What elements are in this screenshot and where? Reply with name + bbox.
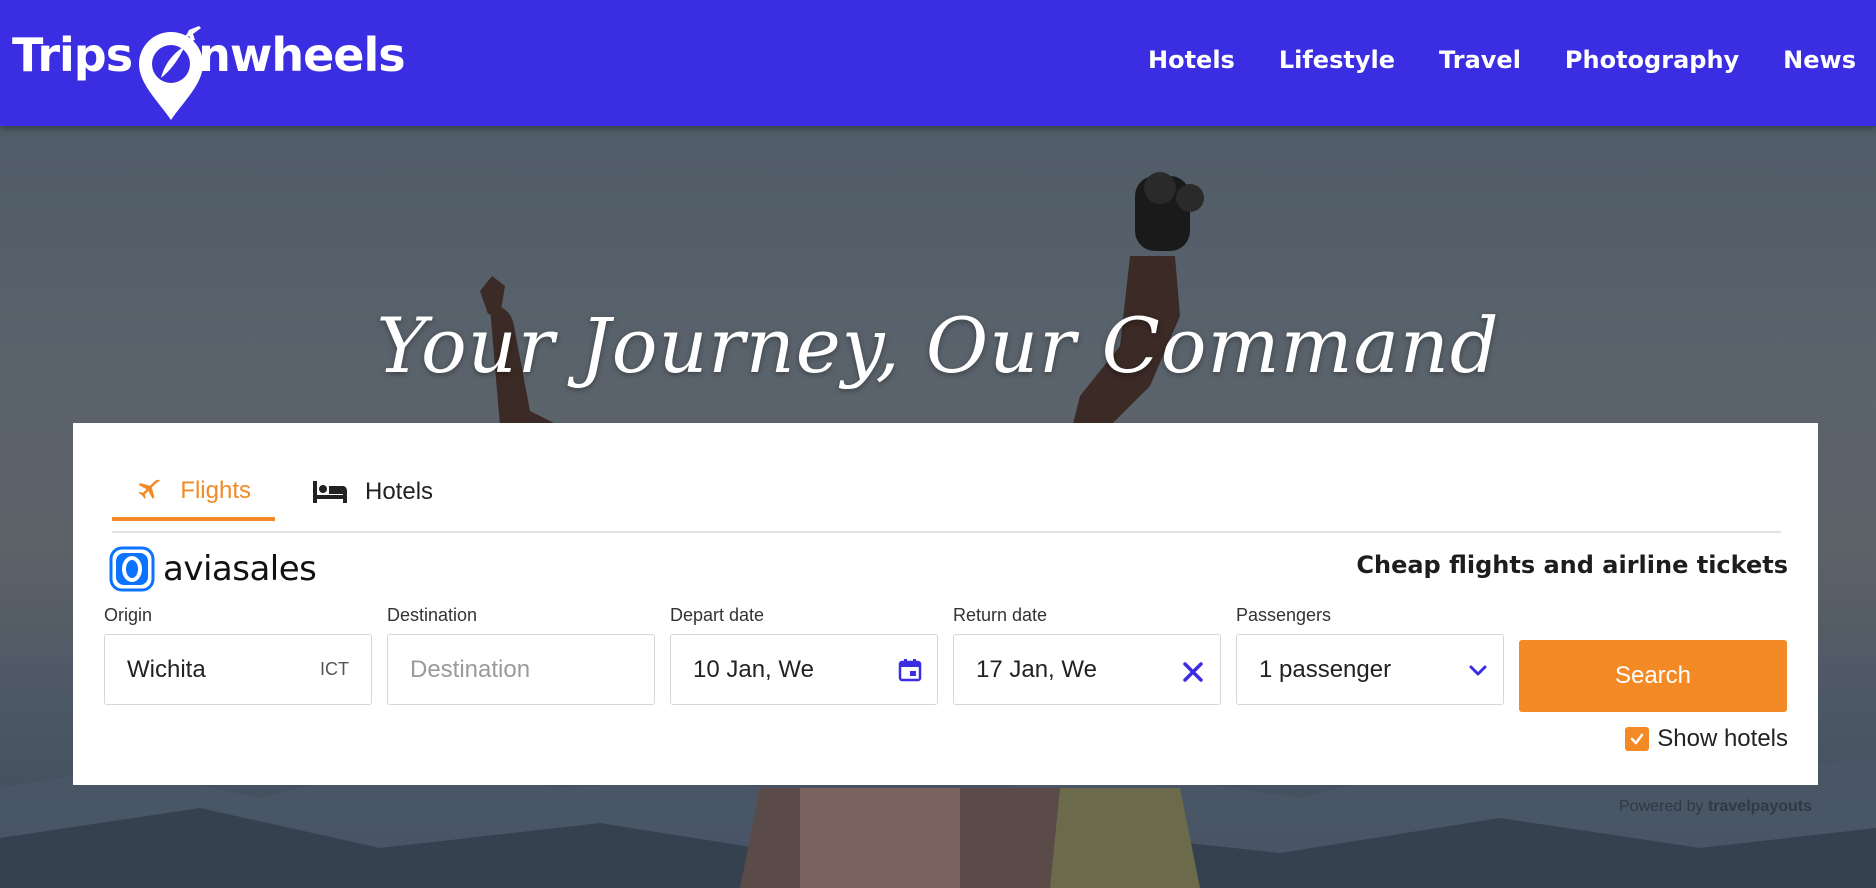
destination-placeholder: Destination xyxy=(410,655,531,683)
plane-icon xyxy=(138,479,160,499)
bed-icon xyxy=(313,481,347,503)
site-logo[interactable]: Trips nwheels xyxy=(12,12,406,120)
nav-photography[interactable]: Photography xyxy=(1565,46,1739,74)
passengers-select[interactable]: 1 passenger xyxy=(1236,634,1504,705)
nav-news[interactable]: News xyxy=(1783,46,1856,74)
nav-lifestyle[interactable]: Lifestyle xyxy=(1279,46,1395,74)
tab-flights-label: Flights xyxy=(180,477,251,504)
checkmark-icon xyxy=(1631,733,1644,745)
show-hotels-label: Show hotels xyxy=(1657,725,1788,752)
origin-label: Origin xyxy=(104,605,153,625)
depart-date-field: Depart date 10 Jan, We xyxy=(670,605,938,705)
destination-input[interactable]: Destination xyxy=(387,634,655,705)
tab-hotels[interactable]: Hotels xyxy=(289,465,457,519)
close-icon[interactable] xyxy=(1180,659,1206,685)
destination-field: Destination Destination xyxy=(387,605,655,705)
show-hotels-checkbox[interactable] xyxy=(1625,727,1650,751)
origin-code: ICT xyxy=(320,659,349,679)
return-date-input[interactable]: 17 Jan, We xyxy=(953,634,1221,705)
tagline: Cheap flights and airline tickets xyxy=(1356,551,1788,579)
nav-travel[interactable]: Travel xyxy=(1439,46,1521,74)
passengers-label: Passengers xyxy=(1236,605,1332,625)
calendar-icon[interactable] xyxy=(897,657,923,683)
origin-value: Wichita xyxy=(127,655,206,683)
passengers-value: 1 passenger xyxy=(1259,655,1392,683)
origin-field: Origin Wichita ICT xyxy=(104,605,372,705)
return-label: Return date xyxy=(953,605,1048,625)
brand-name: aviasales xyxy=(163,549,317,589)
aviasales-logo-icon xyxy=(109,546,155,592)
powered-by[interactable]: Powered by travelpayouts xyxy=(1619,798,1812,816)
return-date-field: Return date 17 Jan, We xyxy=(953,605,1221,705)
search-button[interactable]: Search xyxy=(1519,640,1787,712)
aviasales-brand: aviasales xyxy=(109,546,317,592)
site-header: Trips nwheels Hotels Lifestyle Travel Pho… xyxy=(0,0,1876,126)
tab-flights[interactable]: Flights xyxy=(112,465,275,521)
location-pin-icon xyxy=(139,26,203,120)
search-tabs: Flights Hotels xyxy=(112,451,1781,533)
chevron-down-icon xyxy=(1469,665,1487,676)
flight-search-widget: Flights Hotels aviasales Cheap flights a… xyxy=(73,423,1818,785)
tab-hotels-label: Hotels xyxy=(365,478,434,505)
main-nav: Hotels Lifestyle Travel Photography News xyxy=(1148,46,1856,74)
return-value: 17 Jan, We xyxy=(976,655,1097,683)
hero-title: Your Journey, Our Command xyxy=(376,301,1500,390)
nav-hotels[interactable]: Hotels xyxy=(1148,46,1235,74)
depart-date-input[interactable]: 10 Jan, We xyxy=(670,634,938,705)
origin-input[interactable]: Wichita ICT xyxy=(104,634,372,705)
depart-value: 10 Jan, We xyxy=(693,655,814,683)
show-hotels-toggle[interactable]: Show hotels xyxy=(1625,725,1788,753)
depart-label: Depart date xyxy=(670,605,765,625)
destination-label: Destination xyxy=(387,605,478,625)
powered-brand: travelpayouts xyxy=(1707,798,1812,815)
powered-prefix: Powered by xyxy=(1619,798,1704,815)
passengers-field: Passengers 1 passenger xyxy=(1236,605,1504,705)
